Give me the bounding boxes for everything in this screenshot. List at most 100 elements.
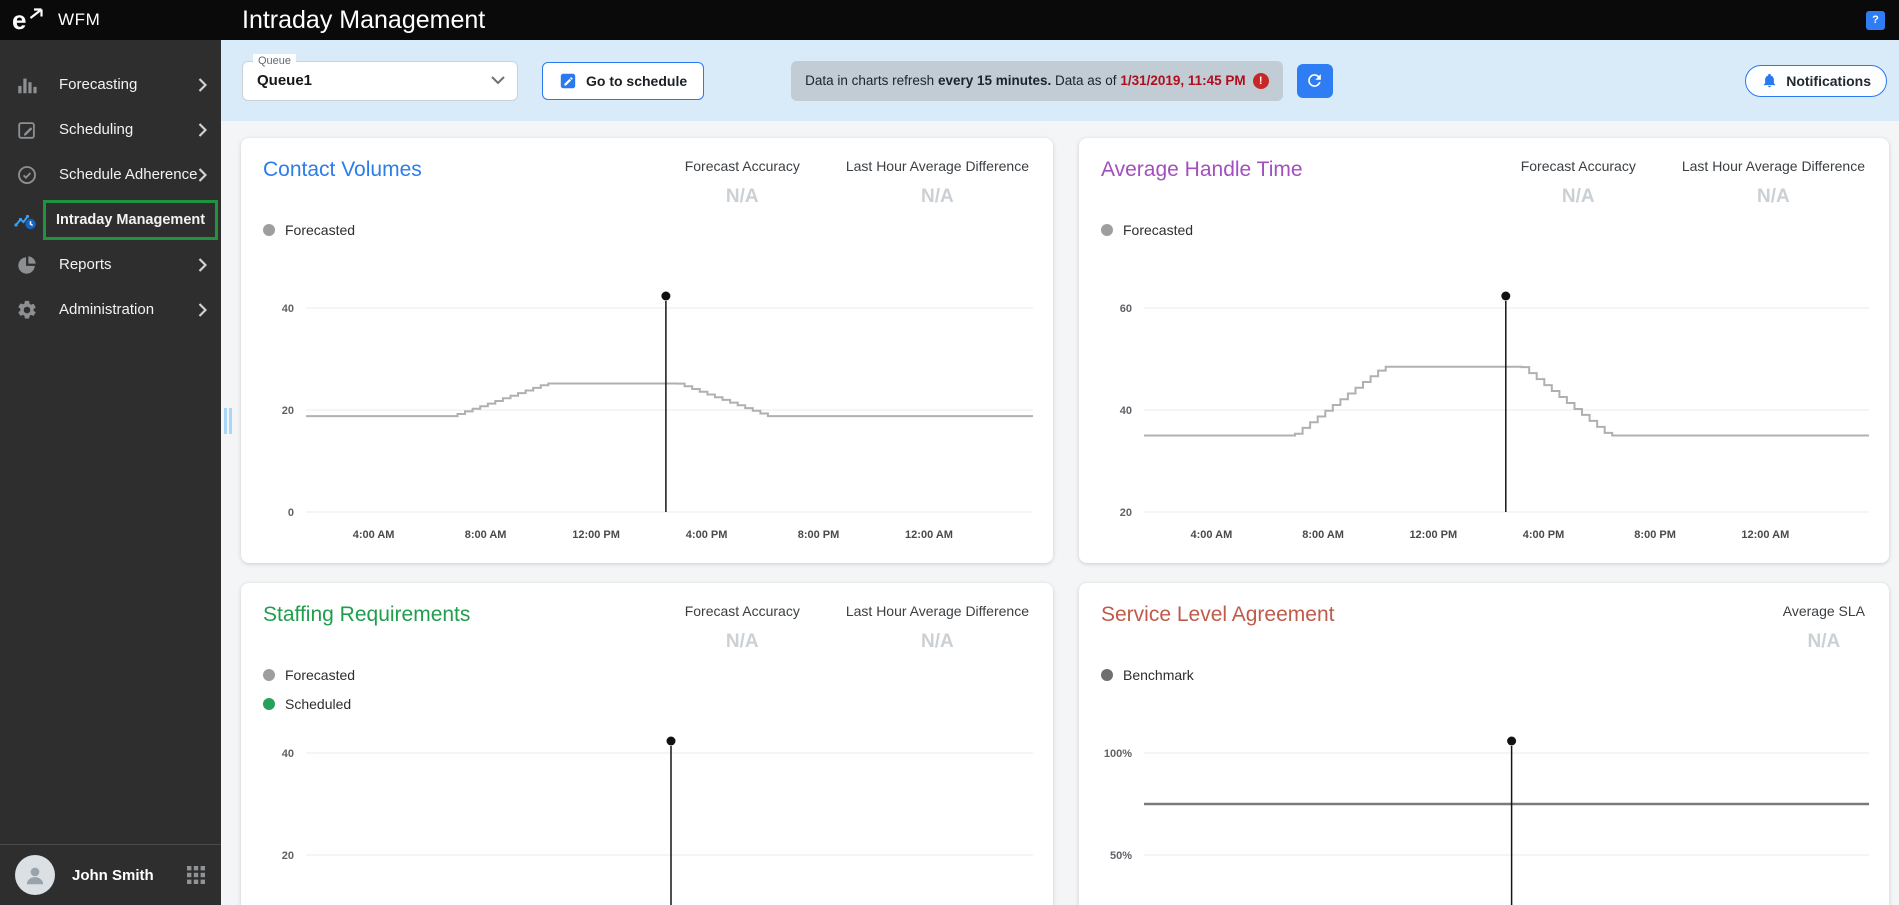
go-to-schedule-label: Go to schedule xyxy=(586,72,688,89)
check-circle-icon xyxy=(14,164,40,186)
user-name: John Smith xyxy=(72,866,154,884)
app-header: e WFM Intraday Management ? xyxy=(0,0,1899,40)
sidebar-item-forecasting[interactable]: Forecasting xyxy=(0,62,221,107)
egain-logo: e xyxy=(12,7,43,33)
stat-label: Last Hour Average Difference xyxy=(845,158,1029,174)
stat: Forecast Accuracy N/A xyxy=(685,603,800,653)
legend-item: Benchmark xyxy=(1101,667,1889,683)
warning-icon: ! xyxy=(1252,72,1269,89)
chevron-right-icon xyxy=(198,167,207,183)
apps-grid-icon[interactable] xyxy=(186,865,206,885)
legend-dot xyxy=(263,224,275,236)
chart-title: Service Level Agreement xyxy=(1101,603,1335,626)
help-icon[interactable]: ? xyxy=(1866,10,1885,30)
svg-text:20: 20 xyxy=(282,850,294,862)
average-handle-time-chart[interactable]: 60 40 20 4:00 AM 8:00 AM 12:00 PM 4:00 PM 8:00 … xyxy=(1079,288,1889,550)
edit-schedule-icon xyxy=(560,73,576,88)
panel-resize-handle[interactable] xyxy=(224,408,232,434)
stat-value: N/A xyxy=(921,186,954,207)
svg-text:8:00 AM: 8:00 AM xyxy=(1302,529,1344,541)
chart-card-average-handle-time: Average Handle Time Forecast Accuracy N/A L… xyxy=(1079,138,1889,563)
stat-value: N/A xyxy=(725,186,759,207)
stat: Forecast Accuracy N/A xyxy=(685,158,800,208)
sidebar-item-schedule-adherence[interactable]: Schedule Adherence xyxy=(0,152,221,197)
contact-volumes-chart[interactable]: 40 20 0 4:00 AM 8:00 AM 12:00 PM 4:00 PM 8:00 P… xyxy=(241,288,1053,550)
notice-timestamp: 1/31/2019, 11:45 PM xyxy=(1120,73,1246,88)
svg-text:12:00 AM: 12:00 AM xyxy=(1741,529,1789,541)
chevron-right-icon xyxy=(198,122,207,138)
stat-label: Forecast Accuracy xyxy=(1520,158,1636,174)
stat: Average SLA N/A xyxy=(1783,603,1865,653)
sidebar-item-label: Scheduling xyxy=(59,121,134,138)
legend-label: Forecasted xyxy=(285,667,356,683)
stat-label: Forecast Accuracy xyxy=(684,158,800,174)
svg-text:8:00 PM: 8:00 PM xyxy=(798,529,840,541)
sidebar-item-administration[interactable]: Administration xyxy=(0,287,221,332)
chart-title: Contact Volumes xyxy=(263,158,422,181)
stat: Last Hour Average Difference N/A xyxy=(1682,158,1865,208)
chevron-down-icon xyxy=(491,76,505,85)
queue-select-label: Queue xyxy=(253,53,297,68)
help-glyph: ? xyxy=(1872,14,1879,26)
sidebar-item-label: Schedule Adherence xyxy=(59,166,198,183)
chart-stats: Average SLA N/A xyxy=(1783,603,1865,653)
legend-item: Forecasted xyxy=(1101,222,1889,238)
sidebar-item-label: Administration xyxy=(59,301,155,318)
svg-text:12:00 PM: 12:00 PM xyxy=(572,529,620,541)
stat-label: Last Hour Average Difference xyxy=(1681,158,1865,174)
legend-dot xyxy=(1101,224,1113,236)
stat-label: Last Hour Average Difference xyxy=(845,603,1029,619)
legend-label: Forecasted xyxy=(285,222,356,238)
legend-label: Scheduled xyxy=(285,696,352,712)
svg-text:8:00 PM: 8:00 PM xyxy=(1634,529,1676,541)
sidebar: Forecasting Scheduling Schedule Adherenc… xyxy=(0,40,221,905)
card-head: Staffing Requirements Forecast Accuracy N/… xyxy=(241,583,1053,653)
sidebar-item-intraday-management[interactable]: Intraday Management xyxy=(0,197,221,242)
service-level-agreement-chart[interactable]: 100%50%0%4:00 AM8:00 AM12:00 PM4:00 PM8:… xyxy=(1079,733,1889,905)
svg-text:4:00 AM: 4:00 AM xyxy=(1191,529,1233,541)
active-item-highlight: Intraday Management xyxy=(43,199,219,240)
stat-value: N/A xyxy=(725,631,759,652)
notifications-button[interactable]: Notifications xyxy=(1745,64,1887,97)
svg-text:4:00 PM: 4:00 PM xyxy=(686,529,728,541)
notifications-label: Notifications xyxy=(1786,72,1871,89)
svg-text:40: 40 xyxy=(1120,405,1132,417)
sidebar-item-reports[interactable]: Reports xyxy=(0,242,221,287)
svg-text:20: 20 xyxy=(1120,507,1132,519)
svg-text:60: 60 xyxy=(1120,303,1132,315)
stat-value: N/A xyxy=(921,631,954,652)
queue-select[interactable]: Queue Queue1 xyxy=(242,53,518,101)
refresh-button[interactable] xyxy=(1296,63,1333,98)
stat: Last Hour Average Difference N/A xyxy=(846,603,1029,653)
notice-middle: Data as of xyxy=(1051,73,1121,88)
user-row: John Smith xyxy=(0,844,221,905)
queue-select-value: Queue1 xyxy=(257,72,313,89)
chart-title: Staffing Requirements xyxy=(263,603,471,626)
pie-chart-icon xyxy=(14,254,40,276)
staffing-requirements-chart[interactable]: 402004:00 AM8:00 AM12:00 PM4:00 PM8:00 P… xyxy=(241,733,1053,905)
svg-text:4:00 PM: 4:00 PM xyxy=(1523,529,1565,541)
stat-label: Forecast Accuracy xyxy=(684,603,800,619)
stat: Forecast Accuracy N/A xyxy=(1521,158,1636,208)
chevron-right-icon xyxy=(198,77,207,93)
avatar[interactable] xyxy=(15,855,55,895)
legend-dot xyxy=(263,669,275,681)
svg-text:8:00 AM: 8:00 AM xyxy=(465,529,507,541)
app-name: WFM xyxy=(58,10,101,29)
charts-grid: Contact Volumes Forecast Accuracy N/A Last … xyxy=(221,121,1899,905)
legend-item: Forecasted xyxy=(263,667,1053,683)
chart-card-staffing-requirements: Staffing Requirements Forecast Accuracy N/… xyxy=(241,583,1053,905)
chart-card-contact-volumes: Contact Volumes Forecast Accuracy N/A Last … xyxy=(241,138,1053,563)
svg-text:100%: 100% xyxy=(1104,748,1132,760)
svg-text:e: e xyxy=(12,7,26,33)
sidebar-item-label: Intraday Management xyxy=(56,211,206,228)
go-to-schedule-button[interactable]: Go to schedule xyxy=(542,61,705,100)
stat: Last Hour Average Difference N/A xyxy=(846,158,1029,208)
sidebar-item-label: Reports xyxy=(59,256,112,273)
refresh-icon xyxy=(1308,74,1321,87)
sidebar-item-scheduling[interactable]: Scheduling xyxy=(0,107,221,152)
stat-value: N/A xyxy=(1807,631,1841,652)
page-title: Intraday Management xyxy=(242,5,486,34)
svg-text:50%: 50% xyxy=(1110,850,1132,862)
chart-stats: Forecast Accuracy N/A Last Hour Average Di… xyxy=(1521,158,1865,208)
